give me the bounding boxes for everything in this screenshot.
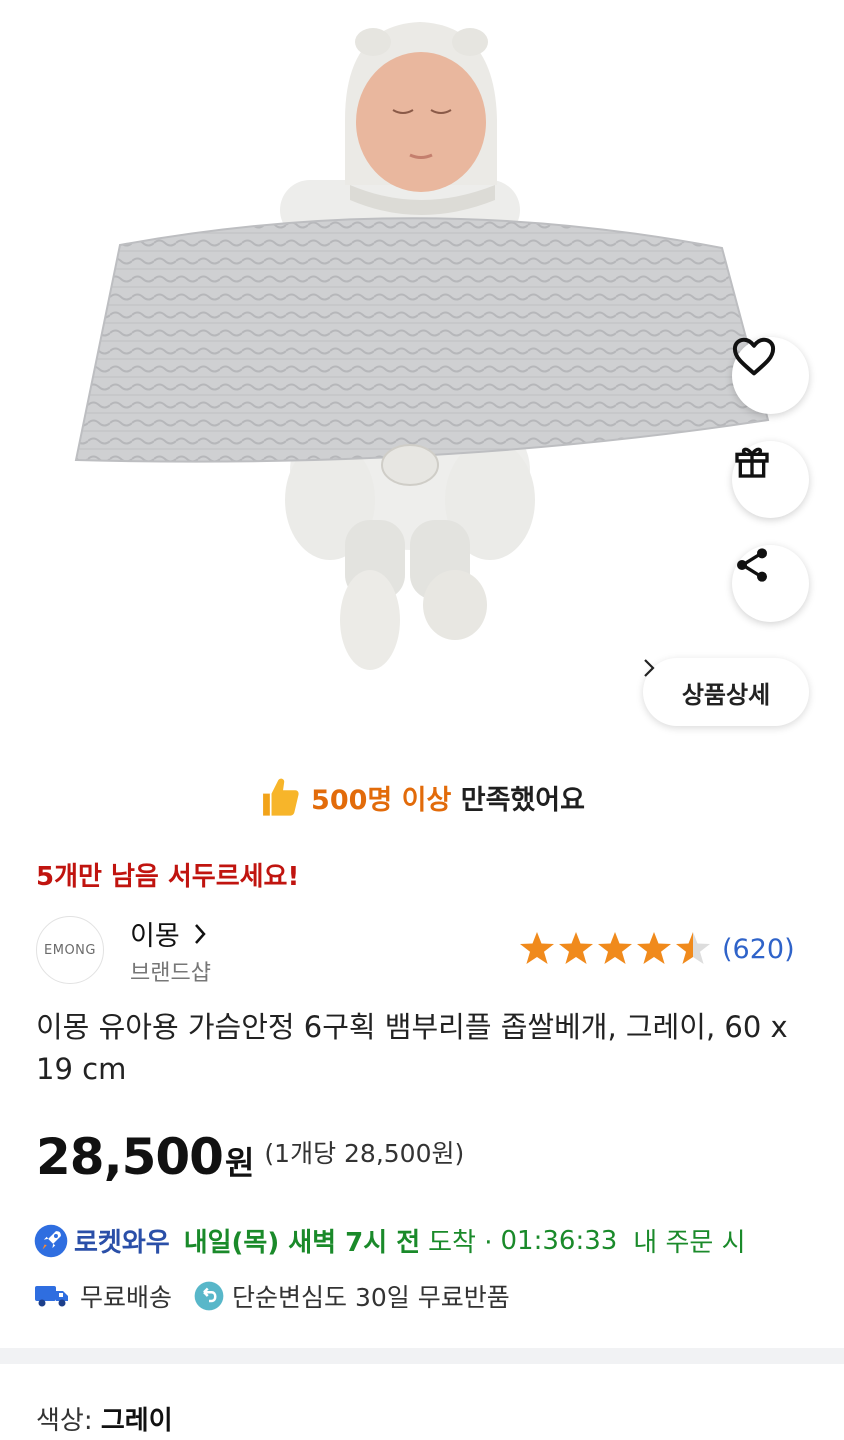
product-photo-illustration — [74, 22, 770, 670]
delivery-info: 로켓와우 내일(목) 새벽 7시 전 도착 · 01:36:33 내 주문 시 — [34, 1222, 746, 1259]
review-count[interactable]: (620) — [722, 934, 795, 965]
satisfaction-text: 만족했어요 — [460, 784, 585, 816]
delivery-condition: 내 주문 시 — [633, 1228, 746, 1258]
brand-link[interactable]: 이몽 — [130, 914, 206, 953]
wishlist-button[interactable] — [732, 337, 809, 414]
satisfaction-banner: 500명 이상 만족했어요 — [0, 762, 844, 832]
brand-shop-label: 브랜드샵 — [130, 961, 211, 986]
heart-icon — [732, 337, 776, 376]
option-label: 색상: — [36, 1406, 93, 1436]
delivery-eta: 내일(목) 새벽 7시 전 — [183, 1228, 421, 1258]
price-currency: 원 — [224, 1144, 255, 1182]
stock-urgency-text: 5개만 남음 서두르세요! — [36, 862, 300, 892]
unit-price: (1개당 28,500원) — [264, 1139, 465, 1168]
product-detail-label: 상품상세 — [681, 680, 771, 709]
gift-button[interactable] — [732, 441, 809, 518]
product-page: 상품상세 500명 이상 만족했어요 5개만 남음 서두르세요! EMONG 이… — [0, 0, 844, 1440]
option-value: 그레이 — [100, 1406, 173, 1436]
gift-icon — [735, 447, 769, 478]
product-title: 이몽 유아용 가슴안정 6구획 뱀부리플 좁쌀베개, 그레이, 60 x 19 … — [36, 1010, 788, 1086]
shipping-info: 무료배송 단순변심도 30일 무료반품 — [34, 1278, 510, 1314]
share-button[interactable] — [732, 545, 809, 622]
product-image[interactable]: 상품상세 — [0, 0, 844, 745]
rocket-wow-label: 로켓와우 — [74, 1228, 170, 1258]
order-countdown: 01:36:33 — [500, 1225, 618, 1256]
free-return-label: 단순변심도 30일 무료반품 — [232, 1283, 510, 1312]
free-shipping-label: 무료배송 — [80, 1283, 173, 1312]
thumbs-up-icon — [263, 778, 299, 816]
chevron-right-icon — [194, 923, 206, 944]
truck-icon — [35, 1286, 68, 1307]
price-row: 28,500 원 (1개당 28,500원) — [36, 1128, 464, 1186]
return-icon — [194, 1281, 224, 1311]
share-icon — [737, 548, 767, 582]
option-selector[interactable]: 색상: 그레이 — [36, 1400, 173, 1437]
rating[interactable]: (620) — [518, 930, 795, 968]
rocket-icon — [34, 1224, 68, 1257]
brand-logo[interactable]: EMONG — [36, 916, 104, 984]
product-detail-button[interactable]: 상품상세 — [643, 658, 809, 726]
star-rating-icon — [520, 932, 710, 964]
chevron-right-icon — [644, 659, 655, 677]
delivery-arrive: 도착 · — [428, 1228, 493, 1258]
price-value: 28,500 — [36, 1128, 224, 1186]
satisfaction-count: 500명 이상 — [311, 784, 452, 816]
section-divider — [0, 1348, 844, 1364]
brand-name: 이몽 — [130, 921, 180, 952]
